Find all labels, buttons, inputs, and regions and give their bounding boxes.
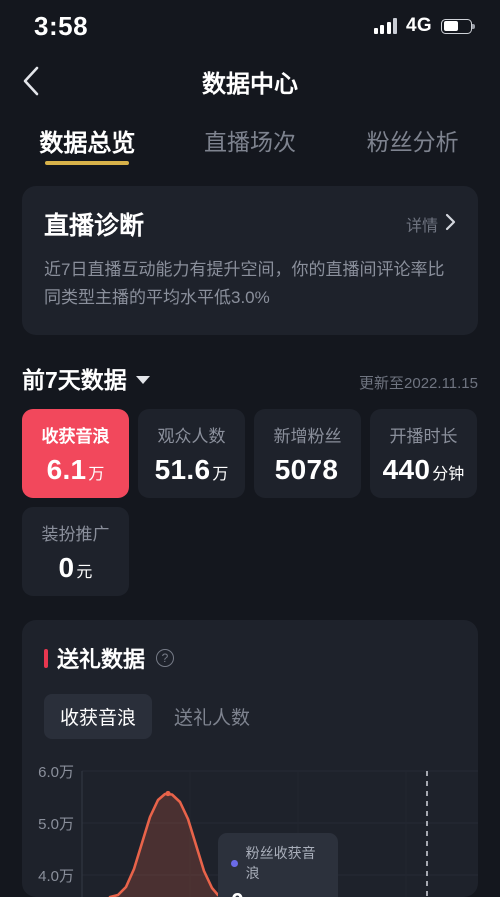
chart-ytick-label-0: 6.0万 xyxy=(38,764,74,781)
metric-value: 6.1 万 xyxy=(47,454,105,486)
status-bar-indicators: 4G xyxy=(373,15,475,37)
tab-data-overview[interactable]: 数据总览 xyxy=(6,110,169,170)
chart-tooltip-value: 0 xyxy=(231,888,325,897)
metric-number: 51.6 xyxy=(154,453,211,485)
nav-bar: 数据中心 xyxy=(0,52,500,110)
battery-icon xyxy=(441,18,475,34)
date-range-selector[interactable]: 前7天数据 xyxy=(22,361,150,395)
chart-series-area xyxy=(110,794,222,897)
diagnosis-title: 直播诊断 xyxy=(44,212,145,240)
metric-number: 440 xyxy=(382,453,431,485)
tab-active-underline xyxy=(371,161,455,165)
metric-value: 5078 xyxy=(275,454,341,486)
chart-tooltip-series-name: 粉丝收获音浪 xyxy=(245,845,316,882)
metric-label: 装扮推广 xyxy=(41,524,110,544)
diagnosis-section: 直播诊断 详情 近7日直播互动能力有提升空间，你的直播间评论率比同类型主播的平均… xyxy=(0,186,500,336)
date-range-label: 前7天数据 xyxy=(22,367,127,394)
chart-peak-marker xyxy=(165,790,171,797)
tab-label: 粉丝分析 xyxy=(366,129,459,155)
metric-unit: 分钟 xyxy=(432,465,465,483)
tab-label: 直播场次 xyxy=(204,129,296,155)
metric-card-grid: 收获音浪 6.1 万 观众人数 51.6 万 新增粉丝 5078 开播时长 44… xyxy=(0,409,500,597)
chart-tooltip: 粉丝收获音浪 0 xyxy=(218,833,338,897)
gift-panel-header: 送礼数据 ? xyxy=(22,642,478,674)
tab-live-sessions[interactable]: 直播场次 xyxy=(169,110,332,170)
page-title: 数据中心 xyxy=(202,70,298,98)
signal-bars-icon xyxy=(373,18,398,34)
gift-metric-chip-group: 收获音浪 送礼人数 xyxy=(22,694,478,740)
chevron-right-icon xyxy=(445,213,456,236)
metric-label: 观众人数 xyxy=(157,426,226,446)
tab-fan-analysis[interactable]: 粉丝分析 xyxy=(331,110,494,170)
metric-label: 开播时长 xyxy=(389,426,458,446)
metric-unit: 元 xyxy=(76,563,93,581)
diagnosis-card-header: 直播诊断 详情 xyxy=(44,206,456,242)
metric-value: 51.6 万 xyxy=(155,454,229,486)
metric-number: 5078 xyxy=(274,453,339,485)
question-circle-icon[interactable]: ? xyxy=(156,649,175,668)
tab-active-underline xyxy=(208,161,292,165)
metric-unit: 万 xyxy=(88,465,105,483)
tab-label: 数据总览 xyxy=(39,129,136,157)
chip-gifter-count[interactable]: 送礼人数 xyxy=(158,694,266,739)
metric-card-stream-duration[interactable]: 开播时长 440 分钟 xyxy=(370,409,477,499)
status-bar: 3:58 4G xyxy=(0,0,500,52)
metric-label: 收获音浪 xyxy=(41,426,110,446)
diagnosis-detail-label: 详情 xyxy=(405,218,438,235)
metric-card-new-fans[interactable]: 新增粉丝 5078 xyxy=(254,409,361,499)
metric-number: 0 xyxy=(58,551,75,583)
chart-ytick-label-2: 4.0万 xyxy=(38,868,74,885)
metric-card-viewers[interactable]: 观众人数 51.6 万 xyxy=(138,409,245,499)
metric-value: 440 分钟 xyxy=(383,454,465,486)
gift-panel-title: 送礼数据 xyxy=(57,647,146,673)
status-bar-clock: 3:58 xyxy=(34,10,89,41)
accent-bar xyxy=(44,648,48,668)
metric-label: 新增粉丝 xyxy=(273,426,342,446)
chart-ytick-label-1: 5.0万 xyxy=(38,816,74,833)
diagnosis-card[interactable]: 直播诊断 详情 近7日直播互动能力有提升空间，你的直播间评论率比同类型主播的平均… xyxy=(22,186,478,336)
caret-down-icon xyxy=(135,376,150,385)
updated-at-label: 更新至2022.11.15 xyxy=(359,375,478,393)
metric-value: 0 元 xyxy=(59,552,93,584)
tab-bar: 数据总览 直播场次 粉丝分析 xyxy=(0,110,500,170)
metric-unit: 万 xyxy=(212,465,229,483)
chip-yinlang[interactable]: 收获音浪 xyxy=(44,694,153,740)
network-type-label: 4G xyxy=(406,15,432,36)
metric-card-yinlang[interactable]: 收获音浪 6.1 万 xyxy=(22,409,129,499)
back-button[interactable] xyxy=(0,52,62,110)
diagnosis-detail-link[interactable]: 详情 xyxy=(406,212,456,236)
chart-tooltip-row: 粉丝收获音浪 xyxy=(231,843,325,883)
series-dot-icon xyxy=(231,859,238,867)
overview-header: 前7天数据 更新至2022.11.15 xyxy=(0,361,500,395)
chevron-left-icon xyxy=(21,65,41,97)
gift-data-panel: 送礼数据 ? 收获音浪 送礼人数 6.0万 5.0万 4.0万 粉丝收获音浪 xyxy=(22,620,478,897)
gift-line-chart[interactable]: 6.0万 5.0万 4.0万 粉丝收获音浪 0 xyxy=(22,757,478,897)
metric-card-decoration-promo[interactable]: 装扮推广 0 元 xyxy=(22,507,129,597)
tab-active-underline xyxy=(45,161,130,165)
diagnosis-description: 近7日直播互动能力有提升空间，你的直播间评论率比同类型主播的平均水平低3.0% xyxy=(44,260,445,307)
metric-number: 6.1 xyxy=(46,453,87,485)
